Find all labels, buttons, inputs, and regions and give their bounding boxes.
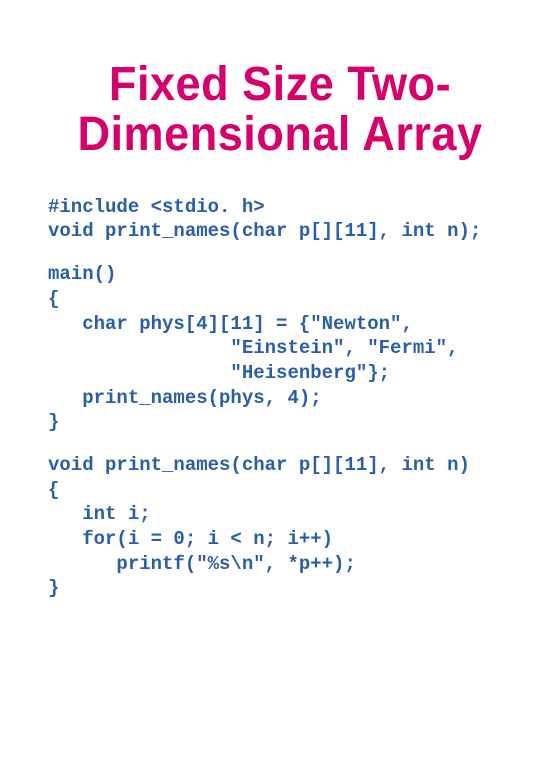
- slide-container: Fixed Size Two-Dimensional Array #includ…: [0, 0, 540, 780]
- code-block-1: #include <stdio. h> void print_names(cha…: [48, 195, 512, 244]
- page-title: Fixed Size Two-Dimensional Array: [62, 60, 498, 161]
- spacer: [48, 244, 512, 262]
- spacer: [48, 435, 512, 453]
- code-block-3: void print_names(char p[][11], int n) { …: [48, 453, 512, 601]
- code-block-2: main() { char phys[4][11] = {"Newton", "…: [48, 262, 512, 435]
